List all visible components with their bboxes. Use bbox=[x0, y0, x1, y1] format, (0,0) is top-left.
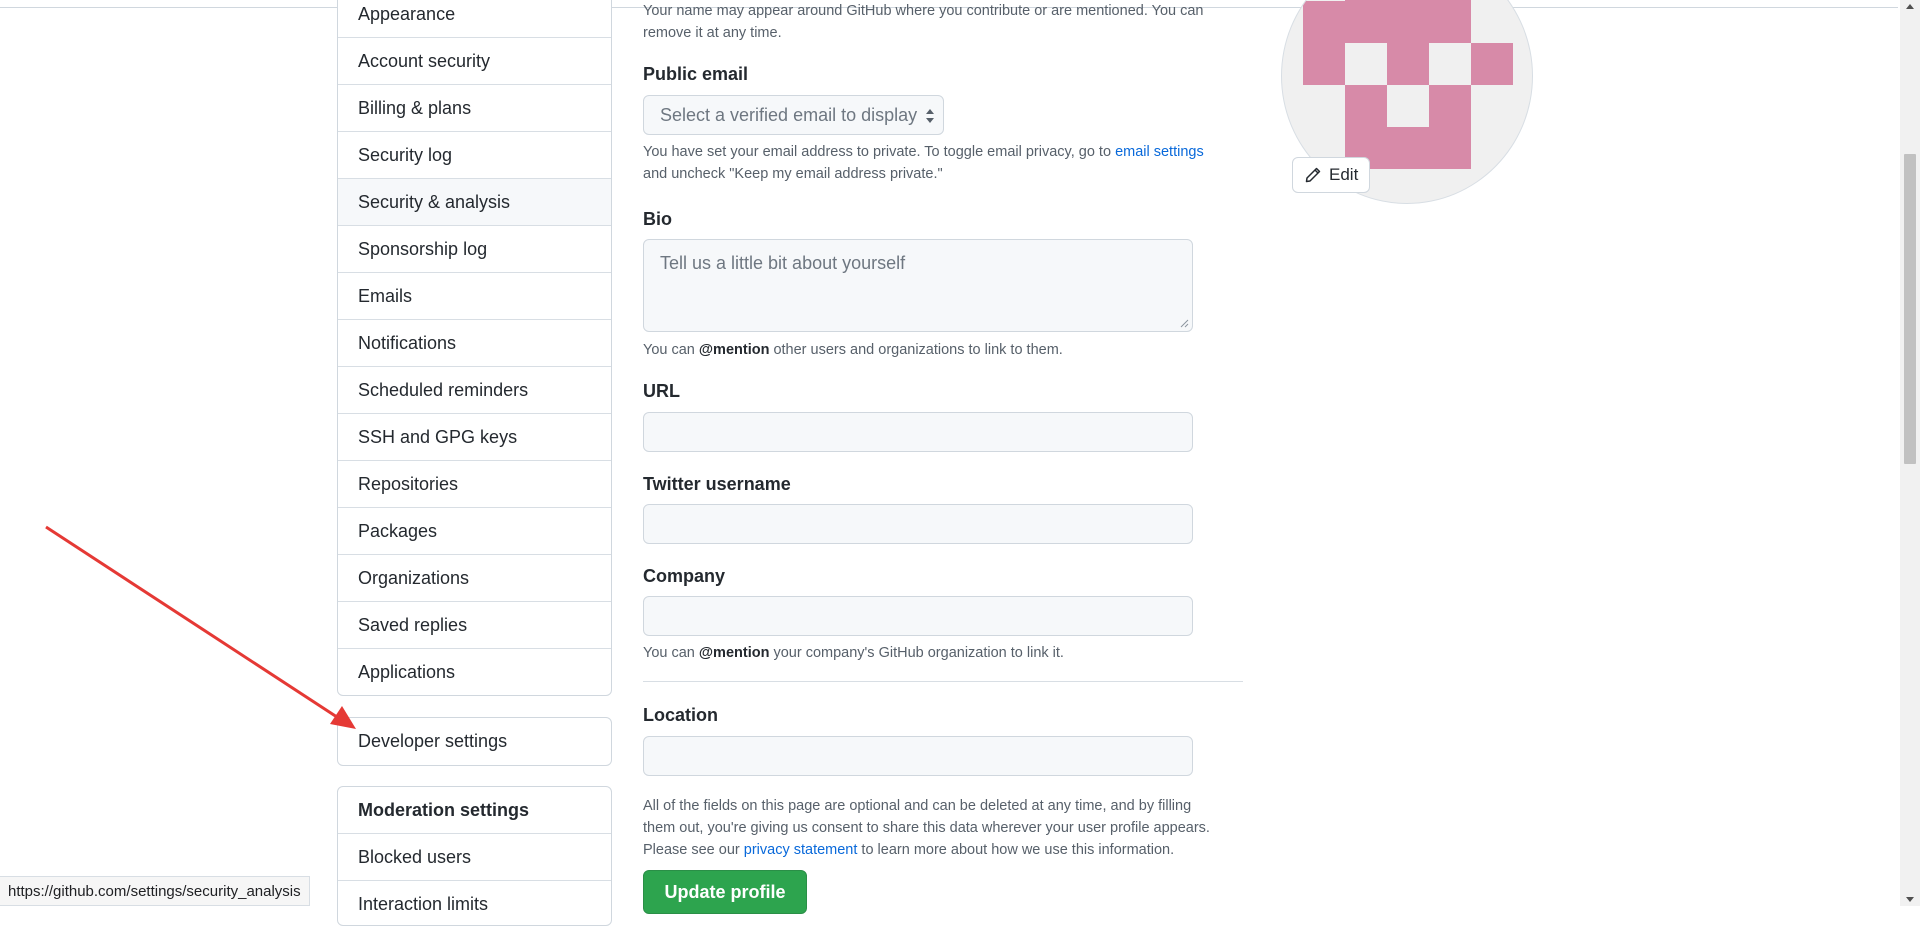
bio-note-suffix: other users and organizations to link to… bbox=[769, 342, 1063, 358]
sidebar-item-saved-replies[interactable]: Saved replies bbox=[338, 602, 611, 649]
sidebar-item-notifications[interactable]: Notifications bbox=[338, 320, 611, 367]
sidebar-item-sponsorship-log[interactable]: Sponsorship log bbox=[338, 226, 611, 273]
bio-note-mention: @mention bbox=[698, 342, 770, 358]
sidebar-item-organizations[interactable]: Organizations bbox=[338, 555, 611, 602]
sidebar-item-packages[interactable]: Packages bbox=[338, 508, 611, 555]
moderation-settings-menu: Moderation settings Blocked users Intera… bbox=[337, 786, 612, 926]
moderation-settings-heading: Moderation settings bbox=[338, 787, 611, 834]
consent-note-line-2: them out, you're giving us consent to sh… bbox=[643, 820, 1210, 836]
settings-sidebar-menu: Appearance Account security Billing & pl… bbox=[337, 0, 612, 696]
bio-placeholder: Tell us a little bit about yourself bbox=[660, 253, 906, 273]
consent-note: All of the fields on this page are optio… bbox=[643, 795, 1210, 861]
scroll-down-arrow-icon[interactable] bbox=[1906, 897, 1914, 902]
sidebar-item-appearance[interactable]: Appearance bbox=[338, 0, 611, 38]
browser-status-url: https://github.com/settings/security_ana… bbox=[0, 876, 310, 906]
pencil-icon bbox=[1305, 167, 1321, 183]
public-email-note-line-2: and uncheck "Keep my email address priva… bbox=[643, 166, 943, 182]
select-arrows-icon bbox=[926, 109, 934, 123]
name-note: Your name may appear around GitHub where… bbox=[643, 0, 1204, 44]
sidebar-item-applications[interactable]: Applications bbox=[338, 649, 611, 695]
edit-avatar-button[interactable]: Edit bbox=[1292, 157, 1370, 193]
company-note-prefix: You can bbox=[643, 645, 699, 661]
public-email-select[interactable]: Select a verified email to display bbox=[643, 95, 944, 135]
sidebar-item-ssh-gpg-keys[interactable]: SSH and GPG keys bbox=[338, 414, 611, 461]
sidebar-item-repositories[interactable]: Repositories bbox=[338, 461, 611, 508]
sidebar-item-interaction-limits[interactable]: Interaction limits bbox=[338, 881, 611, 925]
name-note-line-2: remove it at any time. bbox=[643, 25, 782, 41]
sidebar-item-scheduled-reminders[interactable]: Scheduled reminders bbox=[338, 367, 611, 414]
location-input[interactable] bbox=[643, 736, 1193, 776]
sidebar-item-security-log[interactable]: Security log bbox=[338, 132, 611, 179]
location-label: Location bbox=[643, 705, 718, 725]
url-input[interactable] bbox=[643, 412, 1193, 452]
sidebar-item-emails[interactable]: Emails bbox=[338, 273, 611, 320]
scrollbar[interactable] bbox=[1900, 0, 1920, 906]
company-input[interactable] bbox=[643, 596, 1193, 636]
twitter-username-label: Twitter username bbox=[643, 474, 791, 494]
sidebar-item-security-analysis[interactable]: Security & analysis bbox=[338, 179, 611, 226]
company-note-suffix: your company's GitHub organization to li… bbox=[769, 645, 1064, 661]
sidebar-item-billing-plans[interactable]: Billing & plans bbox=[338, 85, 611, 132]
bio-label: Bio bbox=[643, 209, 672, 229]
scroll-up-arrow-icon[interactable] bbox=[1906, 4, 1914, 9]
sidebar-item-blocked-users[interactable]: Blocked users bbox=[338, 834, 611, 881]
form-divider bbox=[643, 681, 1243, 682]
email-settings-link[interactable]: email settings bbox=[1115, 144, 1204, 160]
bio-note: You can @mention other users and organiz… bbox=[643, 339, 1063, 361]
bio-textarea[interactable]: Tell us a little bit about yourself bbox=[643, 239, 1193, 332]
url-label: URL bbox=[643, 381, 680, 401]
sidebar-item-developer-settings[interactable]: Developer settings bbox=[338, 718, 611, 765]
edit-avatar-label: Edit bbox=[1329, 165, 1359, 184]
public-email-label: Public email bbox=[643, 64, 749, 84]
consent-note-line-1: All of the fields on this page are optio… bbox=[643, 798, 1192, 814]
consent-note-line-3-suffix: to learn more about how we use this info… bbox=[857, 842, 1175, 858]
company-note-mention: @mention bbox=[698, 645, 770, 661]
privacy-statement-link[interactable]: privacy statement bbox=[744, 842, 858, 858]
twitter-username-input[interactable] bbox=[643, 504, 1193, 544]
public-email-select-value: Select a verified email to display bbox=[660, 105, 918, 125]
developer-settings-menu: Developer settings bbox=[337, 717, 612, 766]
consent-note-line-3-prefix: Please see our bbox=[643, 842, 744, 858]
public-email-note: You have set your email address to priva… bbox=[643, 141, 1204, 185]
name-note-line-1: Your name may appear around GitHub where… bbox=[643, 3, 1204, 19]
scroll-thumb[interactable] bbox=[1904, 154, 1916, 464]
bio-note-prefix: You can bbox=[643, 342, 699, 358]
update-profile-button[interactable]: Update profile bbox=[643, 870, 807, 914]
resize-handle-icon[interactable] bbox=[1180, 319, 1189, 328]
sidebar-item-account-security[interactable]: Account security bbox=[338, 38, 611, 85]
company-note: You can @mention your company's GitHub o… bbox=[643, 642, 1064, 664]
company-label: Company bbox=[643, 566, 726, 586]
public-email-note-text: You have set your email address to priva… bbox=[643, 144, 1116, 160]
